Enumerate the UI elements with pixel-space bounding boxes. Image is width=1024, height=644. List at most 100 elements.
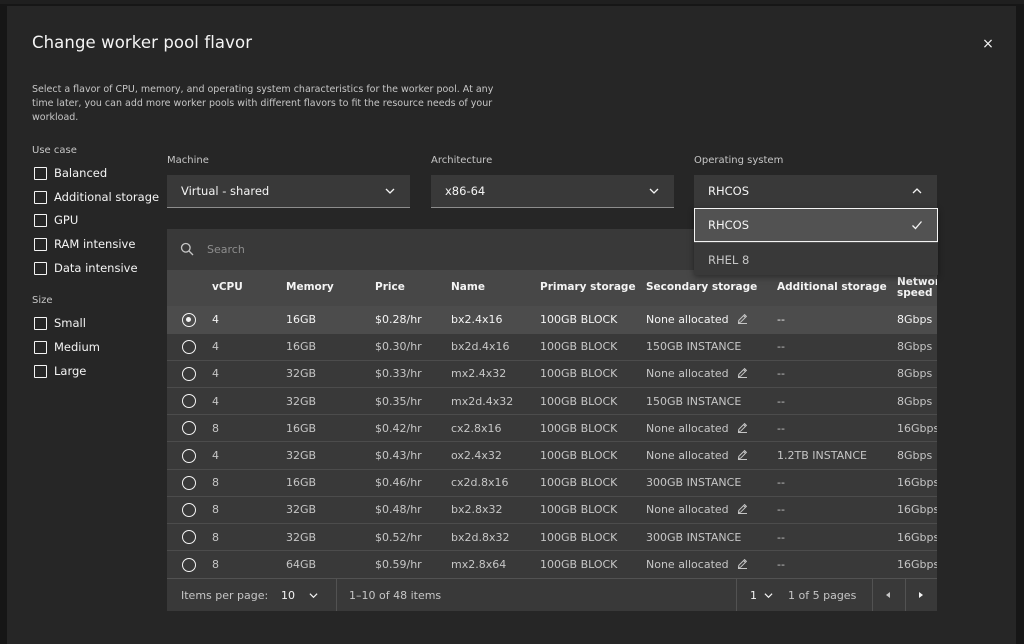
caret-right-icon bbox=[919, 592, 923, 598]
cell-secondary-storage-text: None allocated bbox=[646, 558, 729, 572]
cell-name: bx2d.4x16 bbox=[451, 333, 540, 360]
row-radio-button[interactable] bbox=[182, 394, 196, 409]
header-price[interactable]: Price bbox=[375, 270, 451, 306]
cell-price: $0.42/hr bbox=[375, 415, 451, 442]
pencil-icon[interactable] bbox=[737, 367, 748, 379]
table-row[interactable]: 8 16GB $0.46/hr cx2d.8x16 100GB BLOCK 300GB I… bbox=[167, 469, 937, 497]
os-option-rhel-8[interactable]: RHEL 8 bbox=[694, 242, 938, 276]
pencil-icon[interactable] bbox=[737, 422, 748, 433]
cell-primary-storage-text: 100GB BLOCK bbox=[540, 530, 618, 544]
os-option-label: RHEL 8 bbox=[708, 252, 750, 267]
use-case-data-intensive-checkbox[interactable]: Data intensive bbox=[34, 260, 138, 276]
use-case-balanced-checkbox[interactable]: Balanced bbox=[34, 165, 107, 181]
cell-additional-storage: -- bbox=[777, 469, 897, 496]
next-page-button[interactable] bbox=[905, 579, 937, 611]
row-radio-button[interactable] bbox=[182, 339, 196, 354]
table-row[interactable]: 4 16GB $0.28/hr bx2.4x16 100GB BLOCK None all… bbox=[167, 306, 937, 334]
cell-memory-text: 16GB bbox=[286, 340, 317, 354]
row-radio-button[interactable] bbox=[182, 312, 196, 327]
row-radio-button[interactable] bbox=[182, 530, 196, 545]
table-row[interactable]: 4 32GB $0.43/hr ox2.4x32 100GB BLOCK None all… bbox=[167, 441, 937, 470]
header-name[interactable]: Name bbox=[451, 270, 540, 306]
checkbox-box[interactable] bbox=[34, 190, 47, 204]
checkbox-box[interactable] bbox=[34, 166, 47, 180]
cell-vcpu: 8 bbox=[212, 415, 286, 442]
cell-secondary-storage: None allocated bbox=[646, 496, 777, 523]
cell-additional-storage-text: -- bbox=[777, 503, 785, 517]
architecture-dropdown[interactable]: x86-64 bbox=[431, 175, 674, 208]
table-row[interactable]: 4 16GB $0.30/hr bx2d.4x16 100GB BLOCK 150GB I… bbox=[167, 333, 937, 361]
table-row[interactable]: 8 16GB $0.42/hr cx2.8x16 100GB BLOCK None all… bbox=[167, 414, 937, 442]
table-row[interactable]: 4 32GB $0.35/hr mx2d.4x32 100GB BLOCK 150GB I… bbox=[167, 387, 937, 415]
cell-select bbox=[167, 524, 212, 551]
cell-memory-text: 32GB bbox=[286, 394, 317, 408]
close-icon[interactable]: × bbox=[978, 34, 998, 54]
cell-network-speed-text: 8Gbps bbox=[897, 367, 933, 381]
header-primary-storage[interactable]: Primary storage bbox=[540, 270, 646, 306]
pencil-icon[interactable] bbox=[737, 558, 748, 570]
cell-vcpu-text: 4 bbox=[212, 367, 219, 381]
size-large-checkbox[interactable]: Large bbox=[34, 363, 86, 379]
os-option-rhcos[interactable]: RHCOS bbox=[694, 208, 938, 242]
cell-network-speed: 16Gbps bbox=[897, 415, 937, 442]
cell-primary-storage-text: 100GB BLOCK bbox=[540, 367, 618, 381]
table-row[interactable]: 8 32GB $0.52/hr bx2d.8x32 100GB BLOCK 300GB I… bbox=[167, 523, 937, 551]
row-radio-button[interactable] bbox=[182, 366, 196, 381]
cell-memory: 32GB bbox=[286, 524, 375, 551]
checkbox-box[interactable] bbox=[34, 316, 47, 330]
cell-name-text: cx2d.8x16 bbox=[451, 476, 509, 490]
row-radio-button[interactable] bbox=[182, 421, 196, 436]
cell-select bbox=[167, 306, 212, 333]
row-radio-button[interactable] bbox=[182, 502, 196, 517]
cell-additional-storage: -- bbox=[777, 524, 897, 551]
cell-secondary-storage-text: None allocated bbox=[646, 367, 729, 381]
pencil-icon[interactable] bbox=[737, 503, 748, 515]
search-input[interactable] bbox=[207, 240, 687, 258]
chevron-down-icon[interactable] bbox=[764, 591, 773, 600]
items-per-page-select[interactable]: 10 bbox=[281, 589, 295, 602]
header-memory[interactable]: Memory bbox=[286, 270, 375, 306]
row-radio-button[interactable] bbox=[182, 557, 196, 572]
cell-primary-storage-text: 100GB BLOCK bbox=[540, 476, 618, 490]
row-radio-button[interactable] bbox=[182, 475, 196, 490]
cell-price: $0.46/hr bbox=[375, 469, 451, 496]
use-case-gpu-checkbox[interactable]: GPU bbox=[34, 212, 78, 228]
page-select[interactable]: 1 bbox=[750, 589, 757, 602]
cell-network-speed: 16Gbps bbox=[897, 469, 937, 496]
cell-network-speed-text: 16Gbps bbox=[897, 503, 937, 517]
cell-memory: 16GB bbox=[286, 469, 375, 496]
cell-additional-storage-text: -- bbox=[777, 421, 785, 435]
machine-dropdown[interactable]: Virtual - shared bbox=[167, 175, 410, 208]
size-small-checkbox[interactable]: Small bbox=[34, 315, 86, 331]
cell-network-speed: 8Gbps bbox=[897, 442, 937, 469]
checkbox-box[interactable] bbox=[34, 237, 47, 251]
chevron-down-icon[interactable] bbox=[309, 591, 318, 600]
cell-name-text: bx2d.8x32 bbox=[451, 530, 510, 544]
cell-primary-storage: 100GB BLOCK bbox=[540, 551, 646, 578]
change-flavor-modal: Change worker pool flavor × Select a fla… bbox=[7, 6, 1016, 644]
os-dropdown[interactable]: RHCOS bbox=[694, 175, 937, 208]
cell-primary-storage: 100GB BLOCK bbox=[540, 415, 646, 442]
table-row[interactable]: 8 32GB $0.48/hr bx2.8x32 100GB BLOCK None all… bbox=[167, 496, 937, 524]
row-radio-button[interactable] bbox=[182, 448, 196, 463]
use-case-additional-storage-checkbox[interactable]: Additional storage bbox=[34, 189, 159, 205]
cell-network-speed: 16Gbps bbox=[897, 551, 937, 578]
pencil-icon[interactable] bbox=[737, 313, 748, 325]
pencil-icon[interactable] bbox=[737, 449, 748, 461]
header-vcpu[interactable]: vCPU bbox=[212, 270, 286, 306]
table-row[interactable]: 4 32GB $0.33/hr mx2.4x32 100GB BLOCK None all… bbox=[167, 360, 937, 388]
checkbox-box[interactable] bbox=[34, 213, 47, 227]
pager-divider bbox=[736, 579, 737, 611]
previous-page-button[interactable] bbox=[872, 579, 904, 611]
checkbox-box[interactable] bbox=[34, 261, 47, 275]
os-option-label: RHCOS bbox=[708, 218, 750, 232]
use-case-ram-intensive-checkbox[interactable]: RAM intensive bbox=[34, 236, 135, 252]
table-row[interactable]: 8 64GB $0.59/hr mx2.8x64 100GB BLOCK None all… bbox=[167, 550, 937, 578]
checkbox-label: Small bbox=[54, 316, 86, 330]
size-medium-checkbox[interactable]: Medium bbox=[34, 339, 100, 355]
cell-primary-storage-text: 100GB BLOCK bbox=[540, 421, 618, 435]
cell-vcpu: 8 bbox=[212, 524, 286, 551]
checkbox-box[interactable] bbox=[34, 364, 47, 378]
cell-primary-storage: 100GB BLOCK bbox=[540, 524, 646, 551]
checkbox-box[interactable] bbox=[34, 340, 47, 354]
